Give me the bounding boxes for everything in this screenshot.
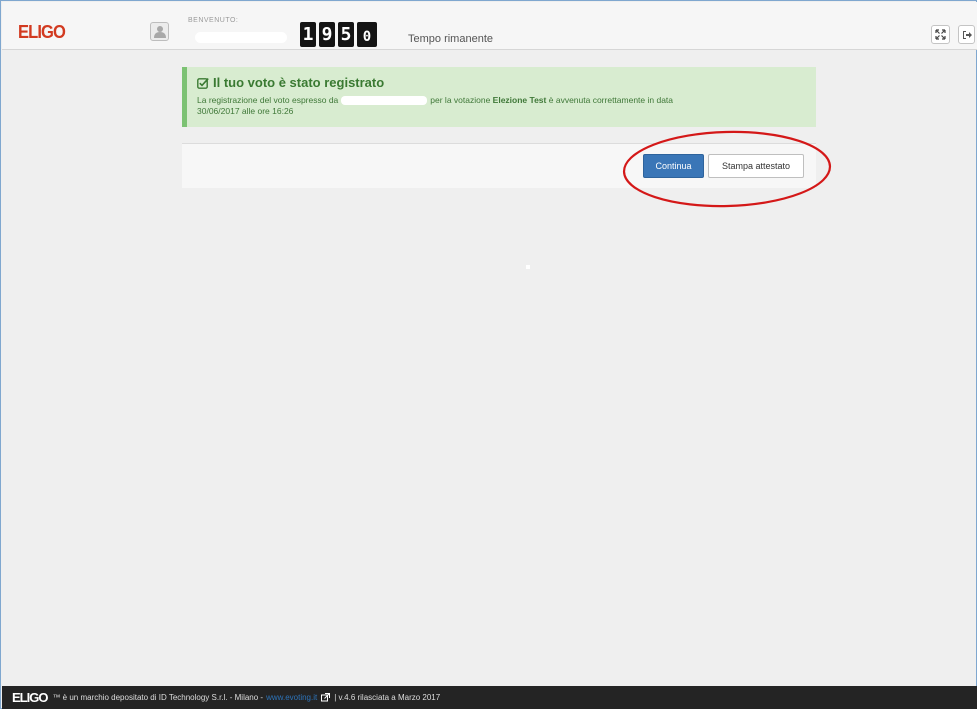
timer-label: Tempo rimanente <box>408 33 493 45</box>
print-certificate-button[interactable]: Stampa attestato <box>708 154 804 178</box>
footer-trademark-text: ™ è un marchio depositato di ID Technolo… <box>52 693 264 702</box>
logout-icon <box>962 30 972 39</box>
success-alert: Il tuo voto è stato registrato La regist… <box>182 67 816 127</box>
footer-logo: ELIGO <box>12 690 48 705</box>
voter-name-redacted <box>341 96 428 106</box>
alert-text-part2: per la votazione <box>430 95 491 105</box>
election-name: Elezione Test <box>492 95 547 105</box>
expand-icon <box>935 29 946 40</box>
countdown-timer: 1 9 5 0 <box>300 22 377 48</box>
browser-frame: ELIGO BENVENUTO: 1 9 5 0 Tempo rimanente <box>0 0 977 709</box>
timer-digit: 9 <box>319 22 335 47</box>
alert-text-part1: La registrazione del voto espresso da <box>197 95 339 105</box>
alert-timestamp: 30/06/2017 alle ore 16:26 <box>197 106 294 116</box>
welcome-label: BENVENUTO: <box>188 17 239 24</box>
action-panel: Continua Stampa attestato <box>182 143 816 188</box>
external-link-icon <box>321 693 331 702</box>
alert-text-part3: è avvenuta correttamente in data <box>548 95 674 105</box>
alert-title: Il tuo voto è stato registrato <box>213 75 385 90</box>
username-redacted <box>195 32 287 43</box>
timer-digit: 0 <box>357 22 377 47</box>
alert-title-row: Il tuo voto è stato registrato <box>197 75 384 90</box>
top-navbar: ELIGO BENVENUTO: 1 9 5 0 Tempo rimanente <box>2 2 977 50</box>
user-avatar-icon <box>150 22 169 41</box>
page-footer: ELIGO ™ è un marchio depositato di ID Te… <box>2 686 977 709</box>
footer-version: | v.4.6 rilasciata a Marzo 2017 <box>334 693 441 702</box>
continue-button[interactable]: Continua <box>643 154 704 178</box>
fullscreen-button[interactable] <box>931 25 950 44</box>
logout-button[interactable] <box>958 25 975 44</box>
timer-digit: 1 <box>300 22 316 47</box>
alert-message: La registrazione del voto espresso da per… <box>197 95 807 117</box>
timer-digit: 5 <box>338 22 354 47</box>
loading-dot <box>526 265 530 269</box>
footer-website-link[interactable]: www.evoting.it <box>266 693 317 702</box>
check-square-icon <box>197 77 209 89</box>
eligo-logo[interactable]: ELIGO <box>18 22 66 43</box>
